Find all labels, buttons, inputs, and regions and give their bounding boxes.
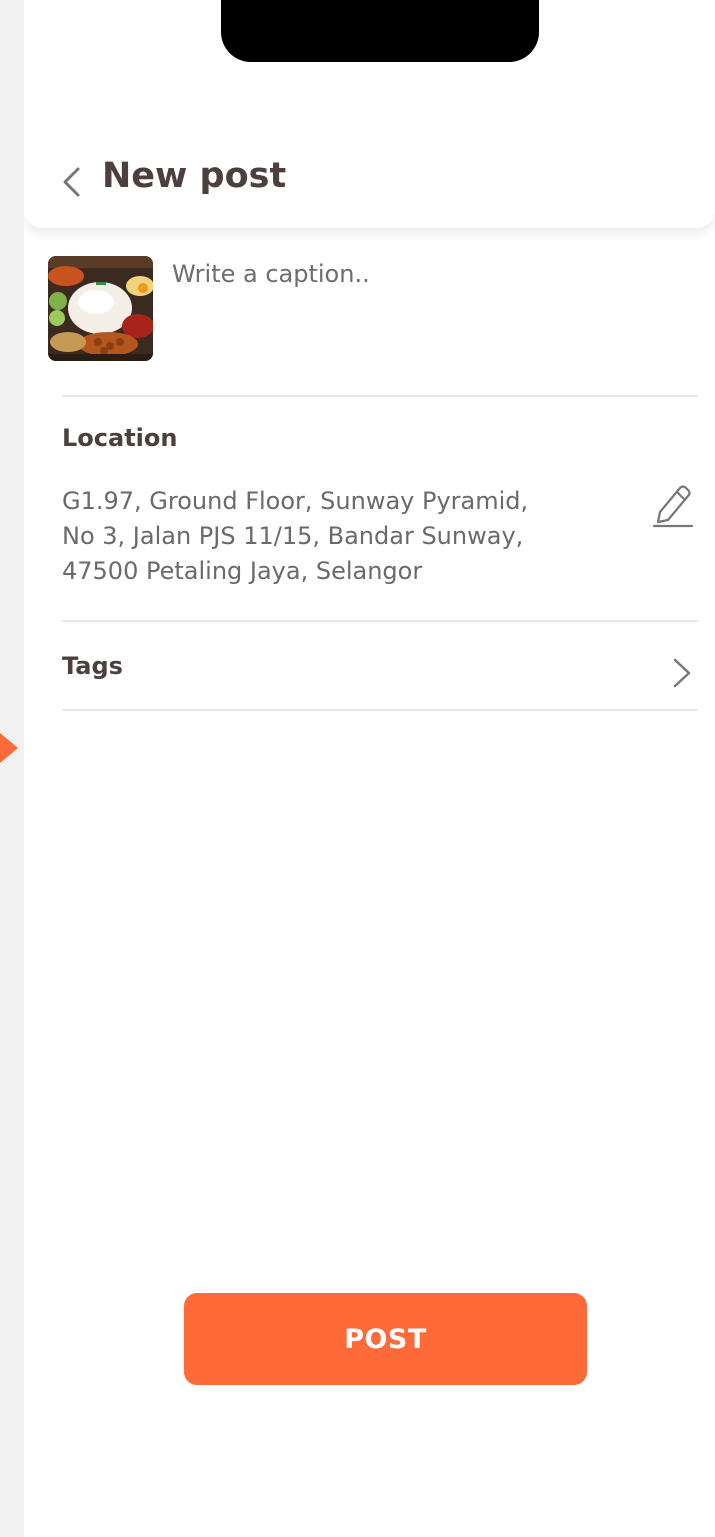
address-line: G1.97, Ground Floor, Sunway Pyramid,: [62, 487, 529, 515]
slide-arrow-decoration: [0, 733, 18, 763]
tags-label: Tags: [62, 652, 123, 680]
divider: [62, 395, 698, 397]
caption-input[interactable]: [172, 254, 692, 382]
phone-notch: [221, 0, 539, 62]
back-button[interactable]: [56, 163, 86, 201]
divider: [62, 709, 698, 711]
tags-row[interactable]: Tags: [62, 622, 698, 710]
food-photo-icon: [48, 256, 153, 361]
chevron-left-icon: [63, 167, 80, 197]
address-line: 47500 Petaling Jaya, Selangor: [62, 557, 423, 585]
pencil-icon: [652, 485, 694, 528]
post-button[interactable]: POST: [184, 1293, 587, 1385]
location-address: G1.97, Ground Floor, Sunway Pyramid, No …: [62, 484, 622, 589]
phone-screen: New post Location G1.97, Ground: [24, 0, 715, 1537]
page-title: New post: [102, 156, 287, 196]
location-label: Location: [62, 424, 178, 452]
chevron-right-icon: [673, 658, 691, 688]
post-image-thumbnail[interactable]: [48, 256, 153, 361]
edit-location-button[interactable]: [650, 480, 694, 528]
address-line: No 3, Jalan PJS 11/15, Bandar Sunway,: [62, 522, 524, 550]
